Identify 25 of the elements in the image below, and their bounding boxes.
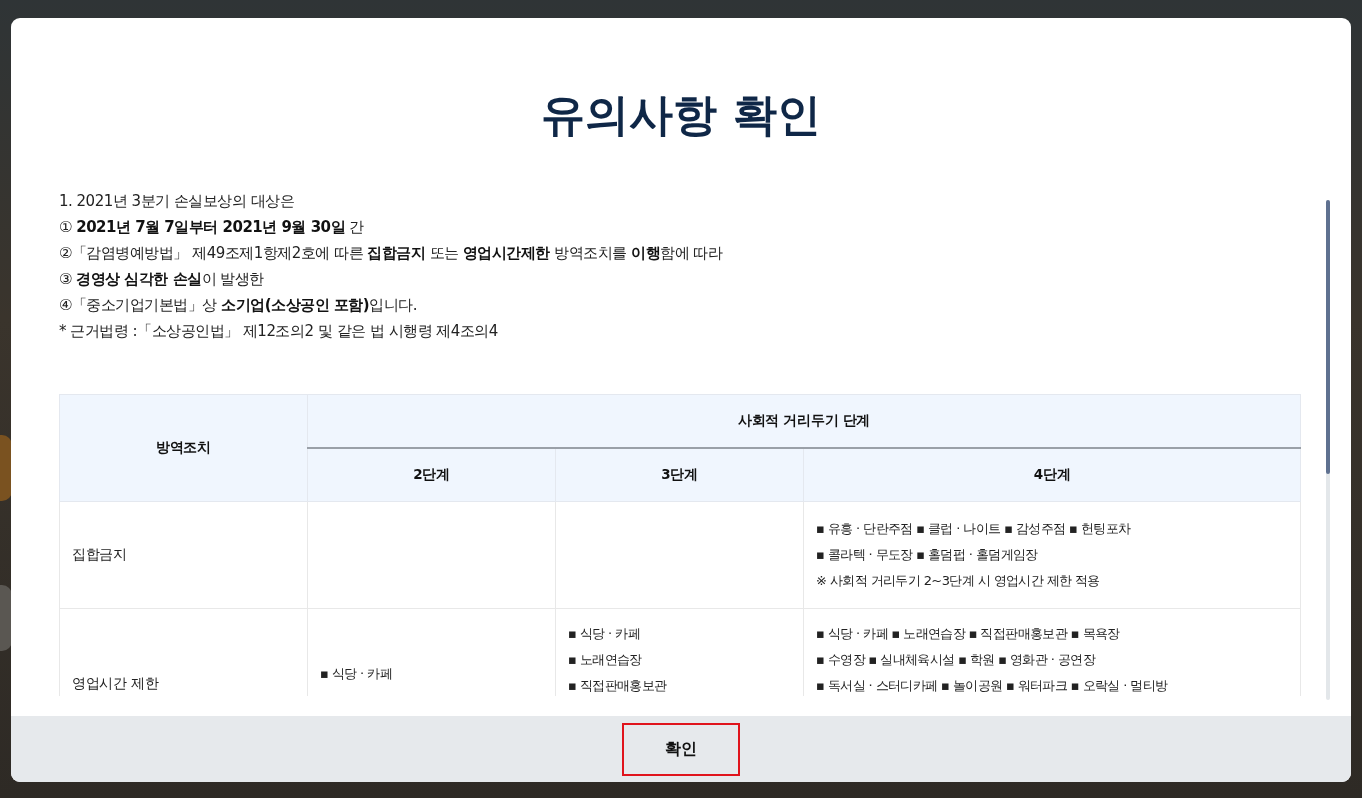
scrollbar[interactable] <box>1326 200 1330 700</box>
table-header: 방역조치 <box>59 394 308 502</box>
table-cell-text: ▪ 유흥 · 단란주점 ▪ 클럽 · 나이트 ▪ 감성주점 ▪ 헌팅포차 <box>816 520 1131 538</box>
confirm-button[interactable]: 확인 <box>622 722 740 776</box>
table-cell-text: ▪ 수영장 ▪ 실내체육시설 ▪ 학원 ▪ 영화관 · 공연장 <box>816 651 1095 669</box>
notice-text: 1. 2021년 3분기 손실보상의 대상은 <box>59 191 296 212</box>
table-header: 사회적 거리두기 단계 <box>307 394 1301 448</box>
table-cell-text: ▪ 독서실 · 스터디카페 ▪ 놀이공원 ▪ 워터파크 ▪ 오락실 · 멀티방 <box>816 677 1168 695</box>
notice-text: ④「중소기업기본법」상 소기업(소상공인 포함)입니다. <box>59 295 418 316</box>
table-cell: 집합금지 <box>59 501 308 609</box>
table-cell-text: ▪ 식당 · 카페 <box>320 665 392 683</box>
table-header: 3단계 <box>555 448 804 502</box>
table-cell-text: ▪ 식당 · 카페 ▪ 노래연습장 ▪ 직접판매홍보관 ▪ 목욕장 <box>816 625 1120 643</box>
notice-text: * 근거법령 :「소상공인법」 제12조의2 및 같은 법 시행령 제4조의4 <box>59 321 499 342</box>
table-cell-text: ※ 사회적 거리두기 2~3단계 시 영업시간 제한 적용 <box>816 572 1100 590</box>
notice-text: ②「감염병예방법」 제49조제1항제2호에 따른 집합금지 또는 영업시간제한 방역조치를 이행함에 따라 <box>59 243 724 264</box>
table-cell-text: ▪ 직접판매홍보관 <box>568 677 667 695</box>
table-header: 2단계 <box>307 448 556 502</box>
notice-text: ③ 경영상 심각한 손실이 발생한 <box>59 269 265 290</box>
table-header: 4단계 <box>803 448 1301 502</box>
dialog-title: 유의사항 확인 <box>541 88 821 142</box>
table-cell-text: ▪ 노래연습장 <box>568 651 642 669</box>
table-cell-text: ▪ 식당 · 카페 <box>568 625 640 643</box>
notice-text: ① 2021년 7월 7일부터 2021년 9월 30일 간 <box>59 217 365 238</box>
table-cell-text: ▪ 콜라텍 · 무도장 ▪ 홀덤펍 · 홀덤게임장 <box>816 546 1038 564</box>
